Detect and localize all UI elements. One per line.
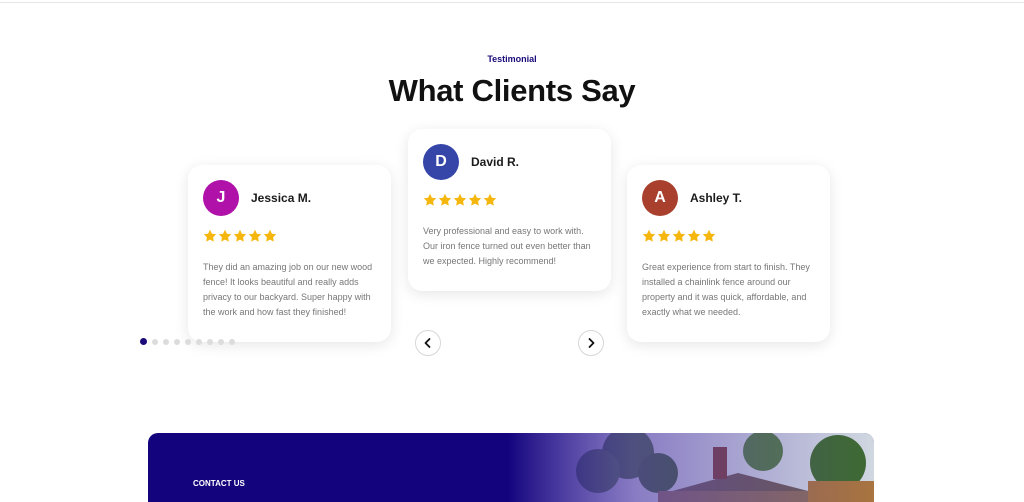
star-icon <box>263 229 277 242</box>
section-eyebrow: Testimonial <box>487 54 537 64</box>
testimonial-card-david: D David R. Very professional and easy to… <box>408 129 611 291</box>
contact-banner: CONTACT US <box>148 433 874 502</box>
star-icon <box>218 229 232 242</box>
review-text: Very professional and easy to work with.… <box>423 226 591 266</box>
star-icon <box>453 193 467 206</box>
avatar: J <box>203 180 239 216</box>
pagination-dot[interactable] <box>185 338 191 345</box>
reviewer-name: Ashley T. <box>690 191 743 205</box>
top-divider <box>0 2 1024 3</box>
pagination-dot[interactable] <box>140 338 147 345</box>
star-icon <box>702 229 716 242</box>
reviewer-name: David R. <box>471 155 520 169</box>
pagination-dot[interactable] <box>196 338 202 345</box>
chevron-right-icon <box>588 338 595 348</box>
star-icon <box>233 229 247 242</box>
carousel-prev-button[interactable] <box>415 330 441 356</box>
avatar: D <box>423 144 459 180</box>
star-icon <box>672 229 686 242</box>
star-icon <box>483 193 497 206</box>
star-icon <box>438 193 452 206</box>
star-icon <box>203 229 217 242</box>
pagination-dot[interactable] <box>229 338 235 345</box>
chevron-left-icon <box>424 338 431 348</box>
carousel-next-button[interactable] <box>578 330 604 356</box>
reviewer-name: Jessica M. <box>251 191 312 205</box>
house-photo <box>508 433 874 502</box>
pagination-dot[interactable] <box>207 338 213 345</box>
star-icon <box>657 229 671 242</box>
testimonial-card-jessica: J Jessica M. They did an amazing job on … <box>188 165 391 342</box>
pagination-dot[interactable] <box>163 338 169 345</box>
star-icon <box>248 229 262 242</box>
pagination-dot[interactable] <box>152 338 158 345</box>
contact-label: CONTACT US <box>193 479 245 488</box>
review-text: They did an amazing job on our new wood … <box>203 262 373 317</box>
star-icon <box>423 193 437 206</box>
testimonial-card-ashley: A Ashley T. Great experience from start … <box>627 165 830 342</box>
star-icon <box>642 229 656 242</box>
star-icon <box>687 229 701 242</box>
pagination-dot[interactable] <box>218 338 224 345</box>
section-title: What Clients Say <box>388 73 636 108</box>
avatar: A <box>642 180 678 216</box>
pagination-dot[interactable] <box>174 338 180 345</box>
review-text: Great experience from start to finish. T… <box>642 262 810 317</box>
star-icon <box>468 193 482 206</box>
star-rating <box>423 193 497 207</box>
carousel-pagination <box>140 338 235 345</box>
star-rating <box>203 229 277 243</box>
star-rating <box>642 229 716 243</box>
